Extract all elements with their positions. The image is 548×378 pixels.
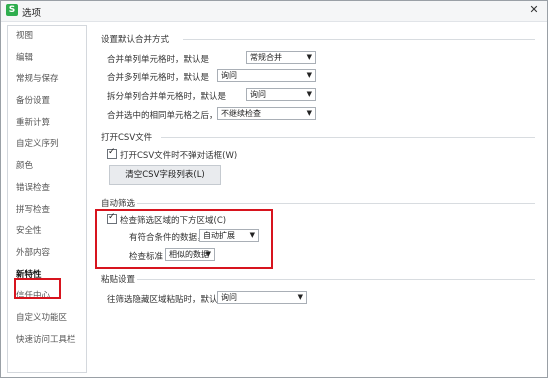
chevron-down-icon: ▼ <box>306 71 312 79</box>
matching-data-value: 自动扩展 <box>203 231 235 240</box>
merge-multi-column-label: 合并多列单元格时，默认是 <box>107 73 210 83</box>
chevron-down-icon: ▼ <box>249 231 255 239</box>
paste-hidden-label: 往筛选隐藏区域粘贴时，默认是 <box>107 295 227 305</box>
sidebar-item[interactable]: 编辑 <box>8 48 86 70</box>
sidebar-item[interactable]: 视图 <box>8 26 86 48</box>
sidebar-item[interactable]: 颜色 <box>8 156 86 178</box>
autofilter-section-divider <box>137 203 535 204</box>
checkbox-icon: ✓ <box>107 212 117 224</box>
check-filter-below-checkbox[interactable]: ✓ 检查筛选区域的下方区域(C) <box>107 212 227 226</box>
options-window: S 选项 ✕ 视图 编辑 常规与保存 备份设置 重新计算 自定义序列 颜色 错误检查 拼写检查安… <box>0 0 548 378</box>
clear-csv-fields-button[interactable]: 清空CSV字段列表(L) <box>109 165 221 185</box>
csv-no-dialog-label: 打开CSV文件时不弹对话框(W) <box>120 151 238 161</box>
check-icon: ✓ <box>108 212 116 222</box>
merge-section-divider <box>183 39 535 40</box>
merge-section-title: 设置默认合并方式 <box>101 35 170 45</box>
sidebar-item[interactable]: 拼写检查 <box>8 200 86 222</box>
criteria-select[interactable]: 相似的数据 ▼ <box>165 248 215 261</box>
criteria-value: 相似的数据 <box>169 250 209 259</box>
sidebar-item[interactable]: 重新计算 <box>8 113 86 135</box>
csv-section-divider <box>161 137 535 138</box>
chevron-down-icon: ▼ <box>306 90 312 98</box>
csv-no-dialog-checkbox[interactable]: ✓ 打开CSV文件时不弹对话框(W) <box>107 147 238 161</box>
matching-data-select[interactable]: 自动扩展 ▼ <box>199 229 259 242</box>
options-sidebar: 视图 编辑 常规与保存 备份设置 重新计算 自定义序列 颜色 错误检查 拼写检查 安全性 外部内容新… <box>7 25 87 373</box>
check-icon: ✓ <box>108 147 116 157</box>
sidebar-item[interactable]: 安全性 <box>8 221 86 243</box>
paste-hidden-value: 询问 <box>221 293 237 302</box>
chevron-down-icon: ▼ <box>205 250 211 258</box>
sidebar-item[interactable]: 备份设置 <box>8 91 86 113</box>
sidebar-item[interactable]: 自定义功能区 <box>8 308 86 330</box>
window-title: 选项 <box>22 8 42 19</box>
chevron-down-icon: ▼ <box>306 109 312 117</box>
merge-multi-column-select[interactable]: 询问 ▼ <box>217 69 316 82</box>
split-merged-label: 拆分单列合并单元格时，默认是 <box>107 92 227 102</box>
close-icon[interactable]: ✕ <box>527 3 541 17</box>
sidebar-item[interactable]: 外部内容 <box>8 243 86 265</box>
split-merged-select[interactable]: 询问 ▼ <box>246 88 316 101</box>
paste-section-divider <box>137 279 535 280</box>
sidebar-item[interactable]: 快速访问工具栏 <box>8 330 86 352</box>
paste-hidden-select[interactable]: 询问 ▼ <box>217 291 307 304</box>
chevron-down-icon: ▼ <box>297 293 303 301</box>
wps-app-icon: S <box>6 4 18 16</box>
autofilter-section-title: 自动筛选 <box>101 199 136 209</box>
merge-same-cells-select[interactable]: 不继续检查 ▼ <box>217 107 316 120</box>
merge-multi-column-value: 询问 <box>221 71 237 80</box>
check-filter-below-label: 检查筛选区域的下方区域(C) <box>120 216 227 226</box>
sidebar-item[interactable]: 新特性 <box>8 265 86 287</box>
csv-section-title: 打开CSV文件 <box>101 133 153 143</box>
sidebar-item[interactable]: 自定义序列 <box>8 134 86 156</box>
sidebar-list: 视图 编辑 常规与保存 备份设置 重新计算 自定义序列 颜色 错误检查 拼写检查 安全性 外部内容新… <box>8 26 86 351</box>
sidebar-item[interactable]: 错误检查 <box>8 178 86 200</box>
merge-single-column-select[interactable]: 常规合并 ▼ <box>246 51 316 64</box>
merge-single-column-value: 常规合并 <box>250 53 282 62</box>
merge-single-column-label: 合并单列单元格时，默认是 <box>107 55 210 65</box>
title-bar: S 选项 ✕ <box>1 1 547 22</box>
merge-same-cells-value: 不继续检查 <box>221 109 261 118</box>
chevron-down-icon: ▼ <box>306 53 312 61</box>
sidebar-item[interactable]: 信任中心 <box>8 286 86 308</box>
split-merged-value: 询问 <box>250 90 266 99</box>
criteria-label: 检查标准 <box>129 252 164 262</box>
checkbox-icon: ✓ <box>107 147 117 159</box>
sidebar-item[interactable]: 常规与保存 <box>8 69 86 91</box>
paste-section-title: 粘贴设置 <box>101 275 136 285</box>
merge-same-cells-label: 合并选中的相同单元格之后， <box>107 111 218 121</box>
options-content: 设置默认合并方式 合并单列单元格时，默认是 常规合并 ▼ 合并多列单元格时，默认… <box>91 25 543 371</box>
